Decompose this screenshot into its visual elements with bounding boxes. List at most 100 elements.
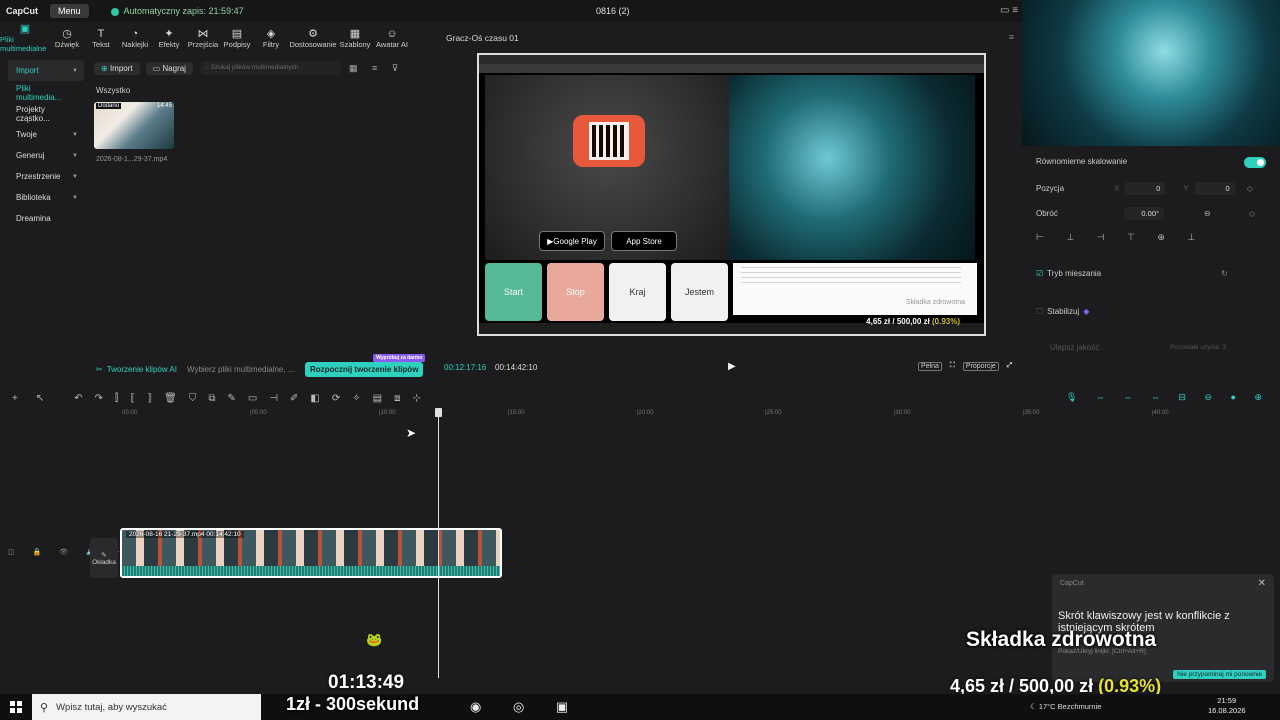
tab-templates[interactable]: ▦ Szablony <box>338 22 372 54</box>
timeline-right-tools[interactable]: 🎙 ⇔ ⇔ ⇔ ⊟ ⊖ ● ⊕ <box>1066 392 1270 403</box>
media-search-input[interactable]: ○ Szukaj plików multimedialnych <box>200 61 341 75</box>
dont-remind-button[interactable]: Nie przypominaj mi ponownie <box>1173 670 1266 679</box>
reset-icon[interactable]: ↻ <box>1221 269 1228 278</box>
split-icon[interactable]: ⫿ <box>115 393 118 404</box>
play-button[interactable]: ▶ <box>728 361 736 372</box>
stream-stop-button: Stop <box>547 263 604 321</box>
draw-icon[interactable]: ✐ <box>290 393 298 404</box>
crop-icon[interactable]: ⛶ <box>950 362 955 371</box>
total-timecode: 00:14:42:10 <box>495 363 538 372</box>
rotate-input[interactable]: 0.00° <box>1124 207 1164 220</box>
taskbar-clock[interactable]: 21:59 16.08.2026 <box>1208 696 1246 716</box>
fullscreen-icon[interactable]: ⤢ <box>1007 362 1013 371</box>
delete-icon[interactable]: 🗑 <box>164 393 177 404</box>
rotate-label: Obróć <box>1036 209 1058 218</box>
video-clip[interactable]: 2026-08-16 21-29-37.mp4 00:14:42:10 <box>120 528 502 578</box>
crop-icon[interactable]: ⧉ <box>208 393 215 404</box>
split-right-icon[interactable]: ⟧ <box>147 393 152 404</box>
freeze-icon[interactable]: ▭ <box>248 393 257 404</box>
uniform-scale-toggle[interactable] <box>1244 157 1266 168</box>
split-left-icon[interactable]: ⟦ <box>130 393 135 404</box>
export-frame-icon[interactable]: ⧈ <box>394 393 400 404</box>
tab-ai-avatar[interactable]: ☺ Awatar AI <box>372 22 412 54</box>
tab-label: Naklejki <box>121 39 149 49</box>
checkbox-icon[interactable]: ☐ <box>1036 307 1043 316</box>
undo-icon[interactable]: ↶ <box>74 393 82 404</box>
media-thumbnail[interactable]: Dodano 14:45 <box>94 102 174 149</box>
chevron-down-icon: ▼ <box>72 194 78 201</box>
magic-icon[interactable]: ✎ <box>227 393 235 404</box>
playhead[interactable] <box>438 408 439 678</box>
media-panel: ⊕ Import ▭ Nagraj ○ Szukaj plików multim… <box>88 56 432 356</box>
ai-title: Tworzenie klipów AI <box>106 364 177 374</box>
select-cursor-icon[interactable]: ↖ <box>36 393 44 404</box>
keyframe-icon[interactable]: ◇ <box>1247 184 1253 193</box>
tab-label: Awatar AI <box>376 39 408 49</box>
nav-library[interactable]: Biblioteka ▼ <box>8 187 84 208</box>
caption-edit-icon[interactable]: ▤ <box>373 393 382 404</box>
ai-wand-icon[interactable]: ✧ <box>352 393 360 404</box>
redo-icon[interactable]: ↷ <box>95 393 103 404</box>
tab-stickers[interactable]: ◔ Naklejki <box>118 22 152 54</box>
nav-generate[interactable]: Generuj ▼ <box>8 145 84 166</box>
nav-label: Twoje <box>16 130 37 139</box>
position-label: Pozycja <box>1036 184 1065 193</box>
edit-icon: ✎ <box>101 551 107 559</box>
menu-button[interactable]: Menu <box>50 4 89 18</box>
start-ai-clips-button[interactable]: Rozpocznij tworzenie klipów Wypróbuj za d… <box>304 353 426 377</box>
add-track-icon[interactable]: + <box>12 393 18 404</box>
tab-transitions[interactable]: ⋈ Przejścia <box>186 22 220 54</box>
timeline-ruler[interactable]: 00:00 |05:00 |10:00 |15:00 |20:00 |25:00… <box>88 408 1280 420</box>
reverse-icon[interactable]: ⊣ <box>269 393 278 404</box>
import-button[interactable]: ⊕ Import <box>94 61 140 75</box>
playhead-handle[interactable] <box>435 408 442 417</box>
shield-icon[interactable]: ⛉ <box>189 393 197 404</box>
window-layout-icon[interactable]: ▭ ≡ <box>1000 5 1018 16</box>
pos-y-input[interactable]: 0 <box>1194 182 1235 195</box>
player-panel: Gracz-Oś czasu 01 ≡ ▶ Google Play App St… <box>436 26 1024 382</box>
taskbar-weather[interactable]: ☾ 17°C Bezchmurnie <box>1030 702 1101 711</box>
tab-captions[interactable]: ▤ Podpisy <box>220 22 254 54</box>
adjust-icon: ⚙ <box>308 27 318 40</box>
tab-media[interactable]: ▣ Pliki multimedialne <box>0 22 50 54</box>
nav-media-files[interactable]: Pliki multimedia... <box>8 82 84 103</box>
full-quality-button[interactable]: Pełna <box>918 362 942 371</box>
view-options-icon[interactable]: ▦ ≡ ⊽ <box>349 63 404 74</box>
mirror-icon[interactable]: ◧ <box>310 393 319 404</box>
nav-yours[interactable]: Twoje ▼ <box>8 124 84 145</box>
search-icon: ⚲ <box>40 701 49 714</box>
chat-watermark: Składka zdrowotna <box>905 299 965 306</box>
close-icon[interactable]: ✕ <box>1258 578 1266 589</box>
tab-filters[interactable]: ◈ Filtry <box>254 22 288 54</box>
ratio-button[interactable]: Proporcje <box>962 362 999 371</box>
tab-adjust[interactable]: ⚙ Dostosowanie <box>288 22 338 54</box>
record-button[interactable]: ▭ Nagraj <box>145 61 193 75</box>
tab-label: Efekty <box>158 39 180 49</box>
nav-import[interactable]: Import ▼ <box>8 60 84 81</box>
align-icons[interactable]: ⊢ ⊥ ⊣ ⊤ ⊕ ⊥ <box>1036 232 1266 243</box>
nav-projects[interactable]: Projekty cząstko... <box>8 103 84 124</box>
rotate-dial-icon[interactable]: ⊖ <box>1204 209 1211 218</box>
rotate-icon[interactable]: ⟳ <box>332 393 340 404</box>
cover-button[interactable]: ✎ Okładka <box>90 538 118 578</box>
nav-spaces[interactable]: Przestrzenie ▼ <box>8 166 84 187</box>
video-preview[interactable]: ▶ Google Play App Store Start Stop Kraj … <box>477 53 986 336</box>
app-logo: CapCut <box>6 6 38 16</box>
windows-start-icon[interactable] <box>10 701 22 713</box>
taskbar-search-input[interactable]: ⚲ Wpisz tutaj, aby wyszukać <box>32 694 261 720</box>
keyframe-icon[interactable]: ◇ <box>1249 209 1255 218</box>
pos-y-label: Y <box>1183 184 1189 193</box>
player-menu-icon[interactable]: ≡ <box>1009 32 1014 42</box>
nav-dreamina[interactable]: Dreamina <box>8 208 84 229</box>
auto-reframe-icon[interactable]: ⊹ <box>412 393 420 404</box>
tab-text[interactable]: T Tekst <box>84 22 118 54</box>
tab-effects[interactable]: ✦ Efekty <box>152 22 186 54</box>
check-icon[interactable]: ☑ <box>1036 269 1043 278</box>
pos-x-input[interactable]: 0 <box>1125 182 1166 195</box>
project-title[interactable]: 0816 (2) <box>596 6 630 16</box>
tab-audio[interactable]: ◷ Dźwięk <box>50 22 84 54</box>
taskbar-app-icons[interactable]: ◉ ◎ ▣ <box>470 699 582 715</box>
tab-label: Filtry <box>262 39 280 49</box>
nav-label: Generuj <box>16 151 45 160</box>
stabilize-row: ☐ Stabilizuj ◆ <box>1036 307 1266 316</box>
